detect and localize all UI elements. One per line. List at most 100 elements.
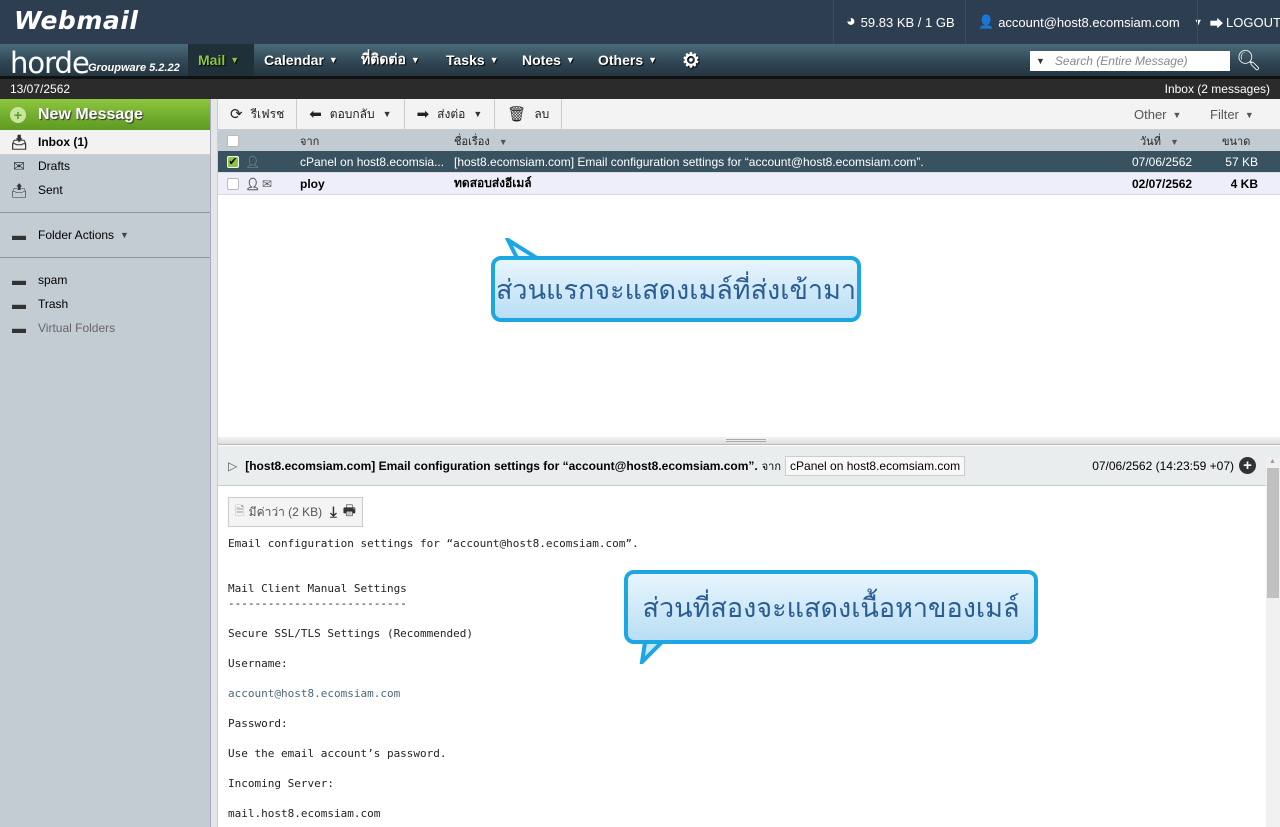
other-label: Other <box>1134 107 1167 122</box>
sidebar-item-inbox[interactable]: 📥︎ Inbox (1) <box>0 130 210 154</box>
folder-label: Sent <box>38 183 63 197</box>
sort-icon: ▼ <box>498 136 508 147</box>
message-subject: [host8.ecomsiam.com] Email configuration… <box>454 154 924 169</box>
user-icon: 👤︎ <box>245 154 261 169</box>
preview-scrollbar[interactable]: ▲ <box>1266 458 1280 827</box>
reply-button[interactable]: ⬅ ตอบกลับ ▼ <box>297 99 405 129</box>
sort-icon: ▼ <box>1170 136 1179 147</box>
message-size: 57 KB <box>1225 154 1258 169</box>
folder-label: spam <box>38 273 68 287</box>
sidebar-item-virtual-folders[interactable]: ▬ Virtual Folders <box>0 316 210 340</box>
nav-tasks-label: Tasks <box>446 52 485 68</box>
column-subject[interactable]: ชื่อเรื่อง ▼ <box>454 132 508 150</box>
folder-label: Virtual Folders <box>38 321 116 335</box>
print-icon[interactable]: 🖶 <box>343 500 356 524</box>
sidebar-item-spam[interactable]: ▬ spam <box>0 268 210 292</box>
nav-calendar[interactable]: Calendar ▼ <box>254 44 348 76</box>
sidebar-item-drafts[interactable]: ✉ Drafts <box>0 154 210 178</box>
nav-contacts[interactable]: ที่ติดต่อ ▼ <box>351 44 430 76</box>
download-icon[interactable]: ⤓ <box>330 504 337 521</box>
column-date[interactable]: วันที่ ▼ <box>1140 132 1179 150</box>
from-label: จาก <box>761 460 782 473</box>
body-line <box>228 791 639 806</box>
filter-menu[interactable]: Filter ▼ <box>1210 99 1254 130</box>
other-menu[interactable]: Other ▼ <box>1134 99 1181 130</box>
body-line <box>228 731 639 746</box>
scroll-thumb[interactable] <box>1267 468 1279 598</box>
quota-text: 59.83 KB / 1 GB <box>860 14 955 30</box>
nav-notes[interactable]: Notes ▼ <box>512 44 585 76</box>
scroll-up-icon[interactable]: ▲ <box>1269 458 1276 465</box>
sidebar: + New Message 📥︎ Inbox (1) ✉ Drafts 📤︎ S… <box>0 99 211 827</box>
chevron-down-icon: ▼ <box>382 109 392 119</box>
divider <box>0 257 210 258</box>
body-line: Incoming Server: <box>228 777 334 790</box>
nav-mail[interactable]: Mail ▼ <box>188 44 254 76</box>
chevron-down-icon: ▼ <box>565 55 575 65</box>
preview-from[interactable]: cPanel on host8.ecomsiam.com <box>785 455 966 476</box>
refresh-button[interactable]: ⟳ รีเฟรช <box>218 99 298 129</box>
folder-icon: ▬ <box>12 272 26 288</box>
document-icon: 🗎 <box>235 503 245 518</box>
new-message-label: New Message <box>38 105 143 123</box>
account-menu[interactable]: 👤 account@host8.ecomsiam.com ▼ <box>965 0 1203 44</box>
preview-datetime: 07/06/2562 (14:23:59 +07) <box>1092 458 1234 473</box>
sidebar-resize-handle[interactable] <box>211 99 218 827</box>
gear-icon[interactable]: ⚙ <box>672 44 710 76</box>
message-row[interactable]: ✔ 👤︎ cPanel on host8.ecomsia... [host8.e… <box>218 151 1280 173</box>
message-date: 02/07/2562 <box>1132 176 1193 191</box>
search-input[interactable]: Search (Entire Message) <box>1055 54 1188 68</box>
body-line <box>228 551 639 566</box>
attachment-label[interactable]: มีค่าว่า (2 KB) <box>249 503 323 522</box>
expand-headers-icon[interactable]: ▷ <box>228 459 237 473</box>
delete-button[interactable]: 🗑︎ ลบ <box>495 99 563 129</box>
nav-tasks[interactable]: Tasks ▼ <box>436 44 509 76</box>
top-bar: Webmail ◕ 59.83 KB / 1 GB 👤 account@host… <box>0 0 1280 44</box>
splitter-grip[interactable] <box>726 439 766 442</box>
refresh-icon: ⟳ <box>230 106 243 123</box>
chevron-down-icon: ▼ <box>120 230 129 240</box>
logout-button[interactable]: ⮕ LOGOUT <box>1197 0 1280 44</box>
pane-splitter[interactable] <box>218 437 1280 445</box>
new-message-button[interactable]: + New Message <box>0 99 210 130</box>
search-box[interactable]: ▼ Search (Entire Message) <box>1030 51 1230 71</box>
version-label: Groupware 5.2.22 <box>88 62 180 74</box>
folder-icon: ▬ <box>12 227 26 243</box>
user-icon: 👤 <box>978 14 995 29</box>
body-line: --------------------------- <box>228 597 407 610</box>
body-line: Mail Client Manual Settings <box>228 582 407 595</box>
callout-text: ส่วนที่สองจะแสดงเนื้อหาของเมล์ <box>642 592 1020 624</box>
select-all-checkbox[interactable] <box>227 134 239 147</box>
forward-button[interactable]: ➡ ส่งต่อ ▼ <box>405 99 496 129</box>
chevron-down-icon: ▼ <box>1244 109 1254 120</box>
message-body: Email configuration settings for “accoun… <box>228 536 639 821</box>
body-line: Password: <box>228 717 288 730</box>
status-bar: 13/07/2562 Inbox (2 messages) <box>0 79 1280 99</box>
body-line: Email configuration settings for “accoun… <box>228 537 639 550</box>
plus-circle-icon[interactable]: + <box>1239 457 1256 474</box>
body-link-email[interactable]: account@host8.ecomsiam.com <box>228 686 639 701</box>
sidebar-item-trash[interactable]: ▬ Trash <box>0 292 210 316</box>
nav-others[interactable]: Others ▼ <box>588 44 667 76</box>
preview-subject: [host8.ecomsiam.com] Email configuration… <box>245 458 758 473</box>
folder-actions-menu[interactable]: ▬ Folder Actions ▼ <box>0 223 210 247</box>
search-scope-dropdown-icon[interactable]: ▼ <box>1036 56 1045 66</box>
body-line: Username: <box>228 657 288 670</box>
plus-icon: + <box>10 106 26 123</box>
row-checkbox[interactable] <box>227 177 239 190</box>
row-checkbox[interactable]: ✔ <box>227 155 239 168</box>
account-email: account@host8.ecomsiam.com <box>998 14 1180 30</box>
reply-label: ตอบกลับ <box>329 106 375 121</box>
sidebar-item-sent[interactable]: 📤︎ Sent <box>0 178 210 202</box>
nav-calendar-label: Calendar <box>264 52 324 68</box>
column-date-label: วันที่ <box>1140 135 1161 148</box>
column-size[interactable]: ขนาด <box>1222 132 1250 150</box>
search-icon[interactable]: 🔍︎ <box>1236 48 1261 73</box>
column-from[interactable]: จาก <box>300 132 319 150</box>
message-row[interactable]: 👤︎ ✉ ploy ทดสอบส่งอีเมล์ 02/07/2562 4 KB <box>218 173 1280 195</box>
message-list-header: จาก ชื่อเรื่อง ▼ วันที่ ▼ ขนาด <box>218 130 1280 151</box>
arrow-left-icon: ⬅ <box>309 106 322 123</box>
drafts-icon: ✉ <box>13 157 25 174</box>
user-icon: 👤︎ <box>245 176 261 191</box>
nav-notes-label: Notes <box>522 52 561 68</box>
